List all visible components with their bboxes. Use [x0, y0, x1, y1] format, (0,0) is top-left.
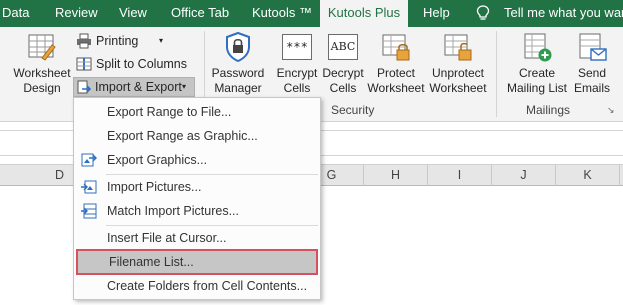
split-columns-icon [76, 57, 92, 71]
tab-kutools[interactable]: Kutools ™ [252, 0, 312, 27]
decrypt-cells-icon: ABC [328, 34, 358, 60]
encrypt-icon-text: *** [286, 40, 308, 54]
lightbulb-icon [476, 5, 490, 20]
import-pictures-icon [81, 180, 97, 194]
decrypt-cells-label-1: Decrypt [322, 66, 364, 80]
decrypt-cells-label-2: Cells [329, 81, 357, 95]
create-mailing-list-label-2: Mailing List [506, 81, 568, 95]
menu-item-export-range-as-graphic[interactable]: Export Range as Graphic... [74, 124, 320, 148]
column-header-k[interactable]: K [556, 165, 620, 186]
menu-item-filename-list[interactable]: Filename List... [76, 249, 318, 275]
menu-item-label: Match Import Pictures... [107, 204, 239, 218]
column-header-h[interactable]: H [364, 165, 428, 186]
protect-worksheet-button[interactable]: Protect Worksheet [367, 31, 425, 96]
printer-icon [77, 33, 91, 49]
encrypt-cells-label-2: Cells [283, 81, 311, 95]
send-emails-label-2: Emails [573, 81, 610, 95]
protect-worksheet-icon [382, 34, 410, 61]
menu-item-label: Export Range to File... [107, 105, 232, 119]
create-mailing-list-label-1: Create [518, 66, 556, 80]
import-export-menu: Export Range to File... Export Range as … [73, 97, 321, 300]
dialog-launcher-icon[interactable]: ↘ [607, 105, 615, 116]
security-group-label: Security [331, 103, 375, 117]
worksheet-design-label-2: Design [23, 81, 61, 95]
menu-item-import-pictures[interactable]: Import Pictures... [74, 175, 320, 199]
encrypt-cells-button[interactable]: *** Encrypt Cells [275, 31, 319, 96]
export-graphics-icon [81, 153, 97, 167]
decrypt-cells-button[interactable]: ABC Decrypt Cells [321, 31, 365, 96]
create-mailing-list-icon [524, 33, 552, 62]
menu-item-label: Export Range as Graphic... [107, 129, 258, 143]
tab-help[interactable]: Help [423, 0, 450, 27]
column-header-j[interactable]: J [492, 165, 556, 186]
worksheet-design-icon [28, 34, 56, 61]
unprotect-worksheet-label-2: Worksheet [429, 81, 487, 95]
send-emails-label-1: Send [577, 66, 607, 80]
menu-item-label: Insert File at Cursor... [107, 231, 227, 245]
password-lock-icon [226, 31, 250, 63]
printing-button[interactable]: Printing ▾ [76, 31, 176, 51]
tab-review[interactable]: Review [55, 0, 98, 27]
protect-worksheet-label-2: Worksheet [367, 81, 425, 95]
menu-item-insert-file-at-cursor[interactable]: Insert File at Cursor... [74, 226, 320, 250]
send-emails-button[interactable]: Send Emails [572, 31, 612, 96]
menu-item-export-graphics[interactable]: Export Graphics... [74, 148, 320, 172]
menu-item-label: Import Pictures... [107, 180, 202, 194]
menu-item-create-folders-from-cell-contents[interactable]: Create Folders from Cell Contents... [74, 274, 320, 298]
unprotect-worksheet-icon [444, 34, 472, 61]
menu-item-label: Export Graphics... [107, 153, 208, 167]
unprotect-worksheet-label-1: Unprotect [431, 66, 485, 80]
create-mailing-list-button[interactable]: Create Mailing List [503, 31, 571, 96]
menu-item-label: Create Folders from Cell Contents... [107, 279, 308, 293]
tab-data[interactable]: Data [2, 0, 29, 27]
password-manager-label-2: Manager [214, 81, 262, 95]
encrypt-cells-icon: *** [282, 34, 312, 60]
match-import-pictures-icon [81, 203, 97, 219]
tab-office-tab[interactable]: Office Tab [171, 0, 229, 27]
menu-item-label: Filename List... [109, 255, 194, 269]
group-separator [496, 31, 497, 117]
menu-item-match-import-pictures[interactable]: Match Import Pictures... [74, 199, 320, 223]
worksheet-design-label-1: Worksheet [13, 66, 71, 80]
decrypt-icon-text: ABC [330, 40, 356, 53]
tab-view[interactable]: View [119, 0, 147, 27]
password-manager-label-1: Password [211, 66, 265, 80]
printing-label: Printing [96, 34, 139, 48]
password-manager-button[interactable]: Password Manager [207, 31, 269, 96]
import-export-icon [77, 80, 92, 94]
column-header-i[interactable]: I [428, 165, 492, 186]
import-export-button[interactable]: Import & Export ▾ [73, 77, 195, 97]
mailings-group-label: Mailings [526, 103, 571, 117]
worksheet-design-button[interactable]: Worksheet Design [8, 31, 76, 96]
chevron-down-icon: ▾ [182, 82, 187, 91]
protect-worksheet-label-1: Protect [376, 66, 415, 80]
import-export-label: Import & Export [95, 80, 182, 94]
tab-kutools-plus[interactable]: Kutools Plus [320, 0, 408, 27]
encrypt-cells-label-1: Encrypt [276, 66, 318, 80]
split-to-columns-label: Split to Columns [96, 57, 188, 71]
menu-item-export-range-to-file[interactable]: Export Range to File... [74, 100, 320, 124]
tell-me-text: Tell me what you want [504, 5, 623, 20]
ribbon-tab-bar: Data Review View Office Tab Kutools ™ Ku… [0, 0, 623, 27]
send-emails-icon [579, 33, 607, 61]
unprotect-worksheet-button[interactable]: Unprotect Worksheet [427, 31, 489, 96]
chevron-down-icon: ▾ [159, 36, 164, 45]
split-to-columns-button[interactable]: Split to Columns [76, 54, 196, 74]
